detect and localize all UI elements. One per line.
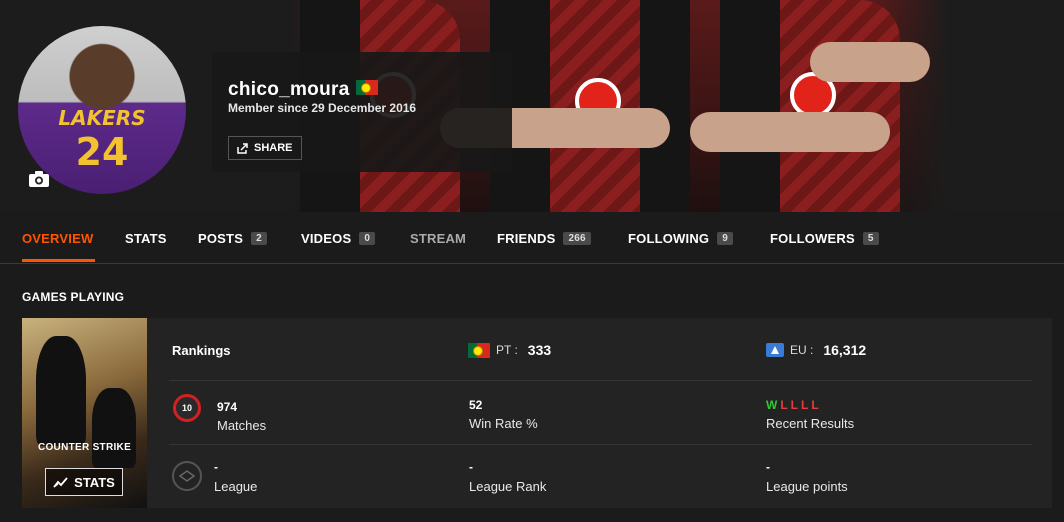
- matches-value: 974: [217, 400, 238, 414]
- league-rank-value: -: [469, 460, 473, 474]
- share-button[interactable]: SHARE: [228, 136, 302, 160]
- camera-icon[interactable]: [28, 170, 50, 188]
- friends-count: 266: [563, 231, 591, 245]
- share-icon: [237, 142, 248, 154]
- league-rank-label: League Rank: [469, 479, 547, 494]
- username-row: chico_moura: [228, 79, 378, 101]
- avatar[interactable]: LAKERS 24: [18, 26, 186, 194]
- banner-player: [720, 0, 900, 212]
- skill-level-icon: 10: [173, 394, 201, 422]
- username: chico_moura: [228, 79, 350, 100]
- avatar-jersey-number: 24: [75, 130, 129, 174]
- tab-following[interactable]: FOLLOWING 9: [628, 230, 733, 246]
- profile-banner: LAKERS 24 chico_moura Member since 29 De…: [0, 0, 1064, 212]
- recent-results-label: Recent Results: [766, 416, 855, 431]
- win-rate-value: 52: [469, 398, 483, 412]
- league-points-value: -: [766, 460, 770, 474]
- tab-videos[interactable]: VIDEOS 0: [301, 230, 376, 246]
- win-rate-label: Win Rate %: [469, 416, 538, 431]
- eu-region-icon: [766, 343, 784, 357]
- profile-card: chico_moura Member since 29 December 201…: [212, 52, 512, 172]
- trend-chart-icon: [53, 477, 68, 488]
- game-card: COUNTER STRIKE STATS Rankings PT : 333 E…: [22, 318, 1052, 508]
- eu-ranking: EU : 16,312: [766, 342, 866, 358]
- pt-ranking: PT : 333: [468, 342, 551, 358]
- avatar-jersey-brand: LAKERS: [58, 106, 146, 130]
- tab-stream[interactable]: STREAM: [410, 230, 466, 246]
- eu-rank-value: 16,312: [823, 342, 867, 358]
- share-label: SHARE: [254, 142, 293, 154]
- game-title: COUNTER STRIKE: [37, 442, 132, 453]
- league-icon: [172, 461, 202, 491]
- league-label: League: [214, 479, 258, 494]
- rankings-label: Rankings: [172, 343, 231, 358]
- game-cover[interactable]: COUNTER STRIKE STATS: [22, 318, 147, 508]
- active-tab-indicator: [22, 259, 95, 262]
- pt-rank-value: 333: [527, 342, 552, 358]
- followers-count: 5: [862, 231, 879, 245]
- profile-tabs: OVERVIEW STATS POSTS 2 VIDEOS 0 STREAM FRI…: [0, 212, 1064, 264]
- banner-player: [490, 0, 690, 212]
- game-stats-button[interactable]: STATS: [45, 468, 123, 496]
- following-count: 9: [717, 231, 733, 245]
- member-since: Member since 29 December 2016: [228, 101, 417, 115]
- matches-label: Matches: [217, 418, 267, 433]
- tab-friends[interactable]: FRIENDS 266: [497, 230, 591, 246]
- portugal-flag-icon: [468, 342, 490, 358]
- tab-posts[interactable]: POSTS 2: [198, 230, 267, 246]
- section-title-games: GAMES PLAYING: [22, 290, 125, 304]
- tab-overview[interactable]: OVERVIEW: [22, 230, 93, 246]
- recent-results: WLLLL: [766, 398, 822, 412]
- posts-count: 2: [251, 231, 267, 245]
- tab-stats[interactable]: STATS: [125, 230, 167, 246]
- tab-followers[interactable]: FOLLOWERS 5: [770, 230, 879, 246]
- videos-count: 0: [359, 231, 376, 245]
- stats-button-label: STATS: [74, 474, 115, 490]
- league-points-label: League points: [766, 479, 848, 494]
- league-value: -: [214, 460, 218, 474]
- portugal-flag-icon: [355, 80, 378, 96]
